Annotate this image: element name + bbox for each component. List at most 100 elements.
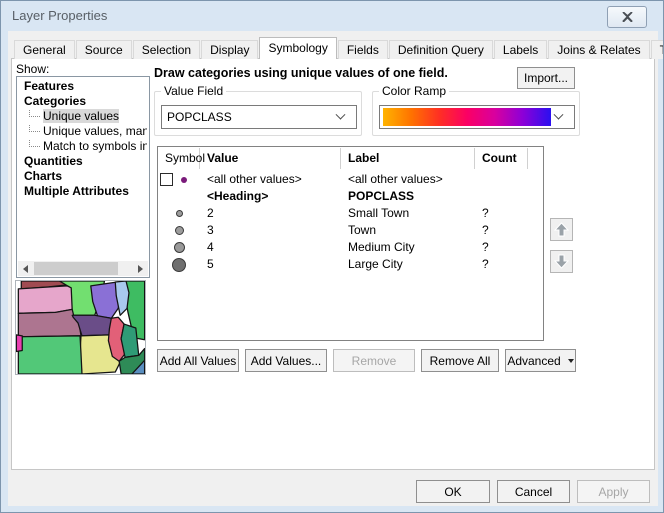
table-row[interactable]: <Heading>POPCLASS	[158, 188, 543, 205]
apply-button[interactable]: Apply	[577, 480, 650, 503]
tree-item-unique-values[interactable]: Unique values	[19, 109, 147, 124]
chevron-down-icon	[336, 109, 346, 119]
tab-time[interactable]: Time	[651, 40, 664, 59]
move-up-button[interactable]	[550, 218, 573, 241]
tab-definition-query[interactable]: Definition Query	[389, 40, 493, 59]
tree-branch-line	[29, 139, 40, 147]
tree-item-label: Multiple Attributes	[24, 184, 129, 198]
tree-item-charts[interactable]: Charts	[19, 169, 147, 184]
value-cell: 4	[200, 239, 341, 256]
column-header-count[interactable]: Count	[475, 148, 528, 169]
count-cell	[475, 171, 528, 188]
value-field-selected-value: POPCLASS	[162, 110, 337, 124]
tree-item-multiple-attributes[interactable]: Multiple Attributes	[19, 184, 147, 199]
table-body: <all other values><all other values><Hea…	[158, 171, 543, 273]
scroll-left-button[interactable]	[18, 261, 33, 276]
tab-source[interactable]: Source	[76, 40, 132, 59]
tree-items: FeaturesCategoriesUnique valuesUnique va…	[19, 79, 147, 199]
tree-branch-line	[29, 124, 40, 132]
category-symbol[interactable]	[174, 242, 185, 253]
tree-item-match-to-symbols-in-a[interactable]: Match to symbols in a	[19, 139, 147, 154]
tree-horizontal-scrollbar[interactable]	[18, 261, 148, 276]
value-cell: 5	[200, 256, 341, 273]
map-region-south-dakota	[18, 286, 72, 313]
column-header-filler	[528, 148, 544, 169]
value-field-group-label: Value Field	[161, 84, 226, 98]
dialog-content: GeneralSourceSelectionDisplaySymbologyFi…	[8, 31, 658, 506]
add-values-button[interactable]: Add Values...	[245, 349, 327, 372]
label-cell: Medium City	[341, 239, 475, 256]
value-cell: 3	[200, 222, 341, 239]
label-cell: Town	[341, 222, 475, 239]
tree-item-label: Charts	[24, 169, 62, 183]
count-cell	[475, 188, 528, 205]
tree-item-label: Match to symbols in a	[43, 139, 147, 153]
tree-branch-line	[29, 109, 40, 117]
tree-item-label: Unique values	[43, 109, 119, 123]
add-all-values-button[interactable]: Add All Values	[157, 349, 239, 372]
move-down-button[interactable]	[550, 250, 573, 273]
map-preview	[15, 280, 146, 375]
titlebar[interactable]: Layer Properties	[1, 1, 663, 31]
value-cell: <all other values>	[200, 171, 341, 188]
scrollbar-thumb[interactable]	[34, 262, 118, 275]
tree-item-unique-values-many[interactable]: Unique values, many	[19, 124, 147, 139]
tab-general[interactable]: General	[14, 40, 75, 59]
scroll-right-button[interactable]	[133, 261, 148, 276]
symbol-cell	[158, 256, 200, 273]
column-header-label[interactable]: Label	[341, 148, 475, 169]
advanced-button[interactable]: Advanced	[505, 349, 576, 372]
tab-fields[interactable]: Fields	[338, 40, 388, 59]
value-field-group: Value Field POPCLASS	[154, 91, 362, 136]
window-title: Layer Properties	[12, 8, 107, 23]
all-other-values-symbol[interactable]	[181, 177, 187, 183]
map-region-kansas	[18, 336, 82, 374]
category-symbol[interactable]	[175, 226, 184, 235]
show-tree: FeaturesCategoriesUnique valuesUnique va…	[16, 76, 150, 278]
table-row[interactable]: <all other values><all other values>	[158, 171, 543, 188]
close-button[interactable]	[607, 6, 647, 28]
dropdown-caret-icon	[568, 359, 574, 363]
count-cell: ?	[475, 205, 528, 222]
close-icon	[622, 12, 633, 22]
symbol-cell	[158, 188, 200, 205]
tab-strip: GeneralSourceSelectionDisplaySymbologyFi…	[14, 37, 664, 59]
draw-method-heading: Draw categories using unique values of o…	[154, 66, 514, 80]
scroll-left-icon	[23, 265, 28, 273]
tree-item-categories[interactable]: Categories	[19, 94, 147, 109]
tab-labels[interactable]: Labels	[494, 40, 547, 59]
color-ramp-combobox[interactable]	[379, 105, 575, 129]
tree-item-quantities[interactable]: Quantities	[19, 154, 147, 169]
tree-item-label: Quantities	[24, 154, 83, 168]
chevron-down-icon	[554, 109, 564, 119]
arrow-down-icon	[553, 253, 570, 270]
tree-item-features[interactable]: Features	[19, 79, 147, 94]
symbol-cell	[158, 239, 200, 256]
remove-button[interactable]: Remove	[333, 349, 415, 372]
value-field-combobox[interactable]: POPCLASS	[161, 105, 357, 129]
table-row[interactable]: 4Medium City?	[158, 239, 543, 256]
symbol-cell	[158, 205, 200, 222]
remove-all-button[interactable]: Remove All	[421, 349, 499, 372]
column-header-symbol[interactable]: Symbol	[158, 148, 200, 169]
value-cell: <Heading>	[200, 188, 341, 205]
scroll-right-icon	[138, 265, 143, 273]
map-preview-image	[16, 281, 145, 374]
table-row[interactable]: 3Town?	[158, 222, 543, 239]
layer-properties-dialog: Layer Properties GeneralSourceSelectionD…	[0, 0, 664, 513]
count-cell: ?	[475, 239, 528, 256]
all-other-values-checkbox[interactable]	[160, 173, 173, 186]
ok-button[interactable]: OK	[416, 480, 490, 503]
tree-item-label: Features	[24, 79, 74, 93]
cancel-button[interactable]: Cancel	[497, 480, 570, 503]
category-symbol[interactable]	[176, 210, 183, 217]
tab-symbology[interactable]: Symbology	[259, 37, 336, 59]
table-row[interactable]: 2Small Town?	[158, 205, 543, 222]
table-row[interactable]: 5Large City?	[158, 256, 543, 273]
tab-selection[interactable]: Selection	[133, 40, 200, 59]
tab-joins-relates[interactable]: Joins & Relates	[548, 40, 649, 59]
category-symbol[interactable]	[172, 258, 186, 272]
import-button[interactable]: Import...	[517, 67, 575, 89]
tab-display[interactable]: Display	[201, 40, 258, 59]
column-header-value[interactable]: Value	[200, 148, 341, 169]
